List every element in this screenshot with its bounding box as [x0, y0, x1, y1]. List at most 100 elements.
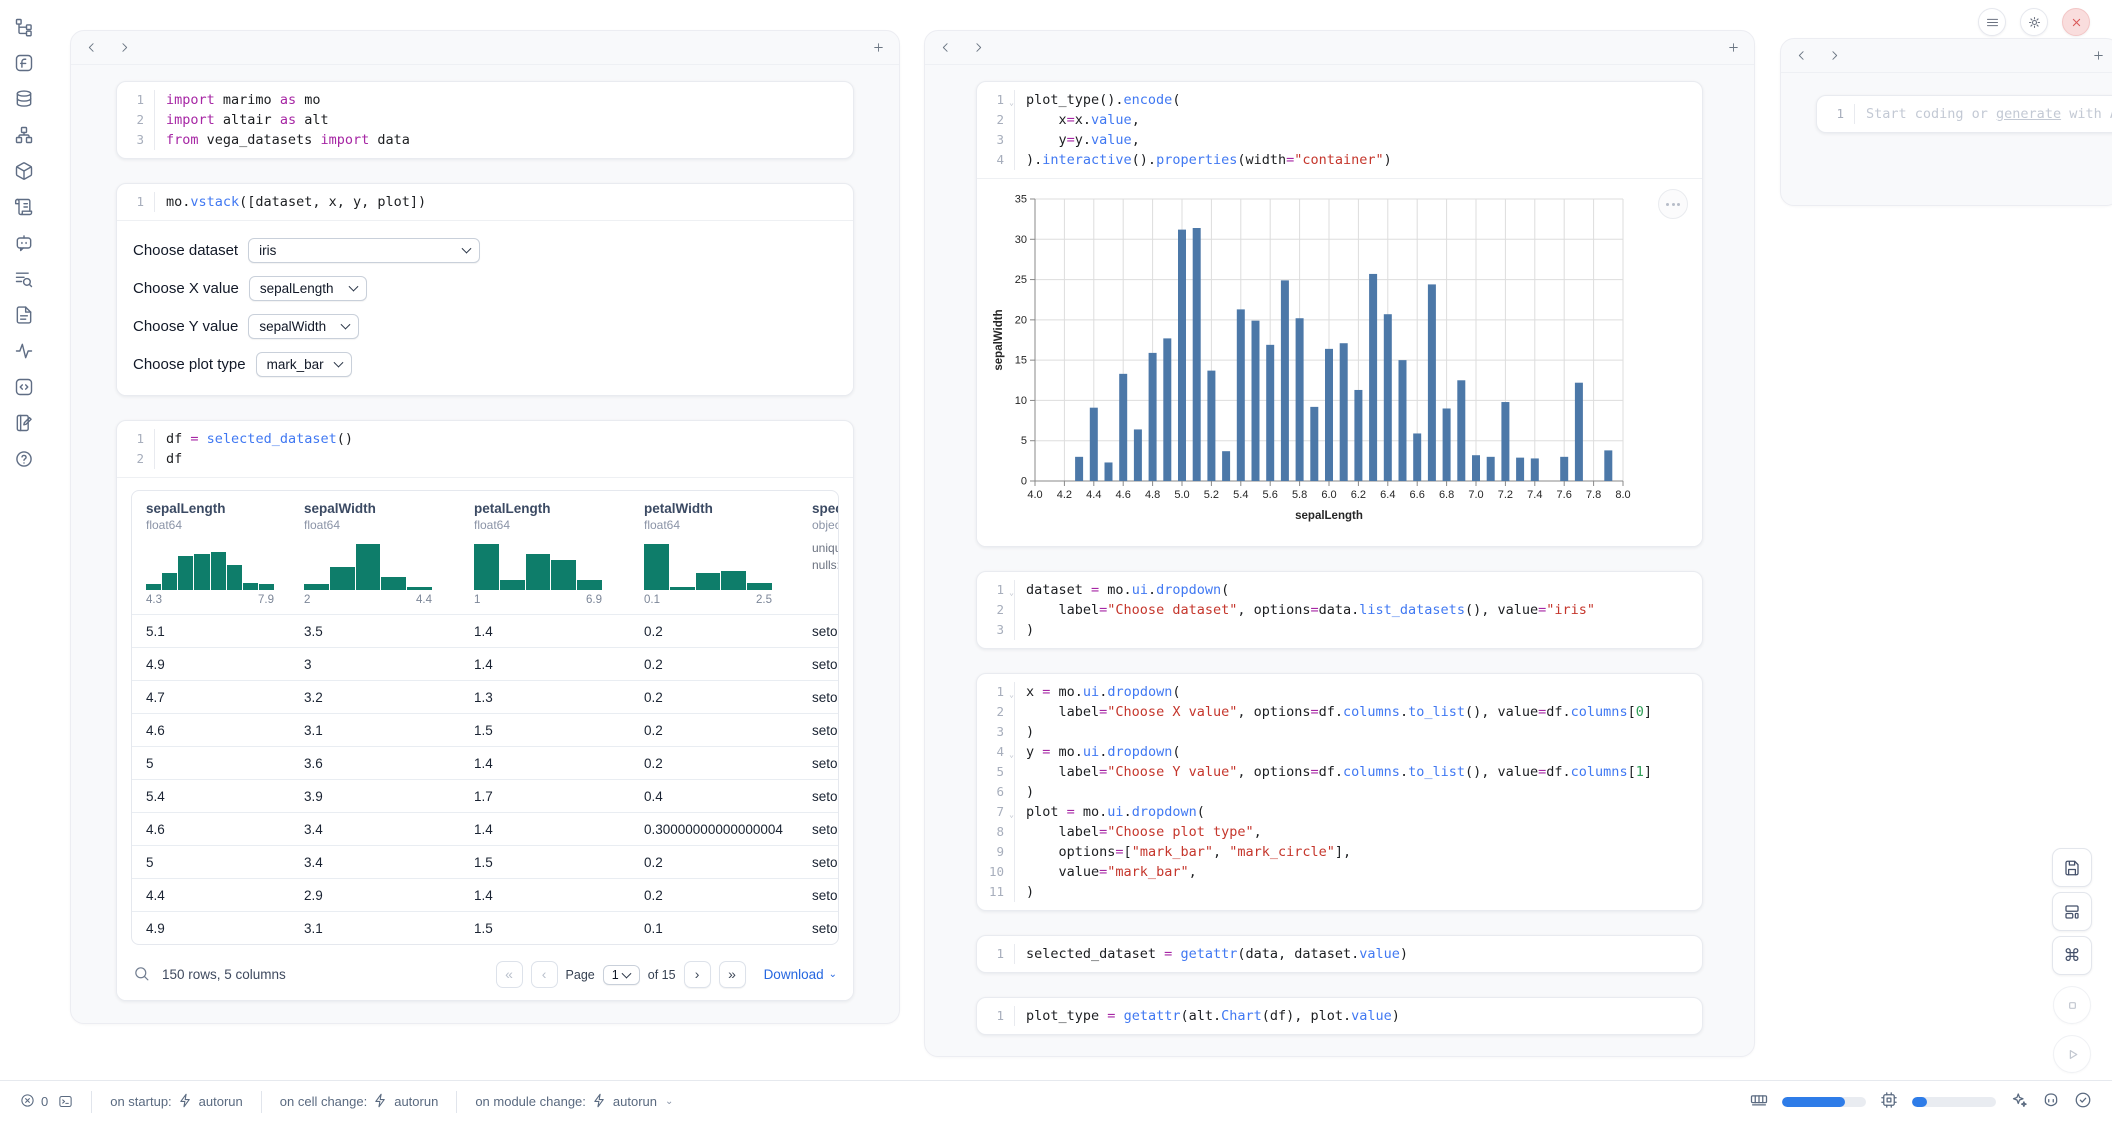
- save-icon[interactable]: [2052, 848, 2092, 887]
- snippets-icon[interactable]: [12, 304, 36, 326]
- functions-icon[interactable]: [12, 52, 36, 74]
- add-cell-icon[interactable]: [2092, 49, 2105, 62]
- chevron-right-icon[interactable]: [1828, 49, 1841, 62]
- column-range: 24.4: [304, 594, 432, 606]
- dependency-graph-icon[interactable]: [12, 124, 36, 146]
- code-editor[interactable]: 1import marimo as mo2import altair as al…: [117, 82, 853, 158]
- choose-dataset-dropdown[interactable]: iris: [248, 238, 480, 263]
- code-line: 10 value="mark_bar",: [977, 862, 1702, 882]
- code-line: 4⌄y = mo.ui.dropdown(: [977, 742, 1702, 762]
- table-cell: 5: [132, 756, 290, 771]
- code-editor[interactable]: 1 Start coding or generate with AI: [1817, 96, 2112, 132]
- svg-text:5.8: 5.8: [1292, 489, 1307, 501]
- chevron-left-icon[interactable]: [1795, 49, 1808, 62]
- column-header[interactable]: petalLengthfloat6416.9: [460, 501, 630, 606]
- zap-icon: [178, 1093, 193, 1111]
- ai-chat-icon[interactable]: [12, 232, 36, 254]
- chevron-right-icon[interactable]: [972, 41, 985, 54]
- download-button[interactable]: Download⌄: [764, 967, 837, 982]
- menu-icon[interactable]: [1978, 8, 2006, 36]
- table-row: 4.931.40.2setosa: [132, 647, 838, 680]
- chart-actions-icon[interactable]: [1658, 189, 1688, 219]
- column-type: float64: [304, 518, 460, 532]
- range-max: 7.9: [258, 594, 274, 606]
- error-count: 0: [41, 1094, 48, 1109]
- table-cell: setosa: [798, 888, 838, 903]
- dropdown-controls-output: Choose datasetirisChoose X valuesepalLen…: [117, 220, 853, 395]
- column-header[interactable]: sepalLengthfloat644.37.9: [132, 501, 290, 606]
- layout-icon[interactable]: [2052, 892, 2092, 931]
- chart-output[interactable]: 4.04.24.44.64.85.05.25.45.65.86.06.26.46…: [977, 178, 1702, 546]
- scratchpad-icon[interactable]: [12, 412, 36, 434]
- errors-indicator[interactable]: 0: [20, 1093, 48, 1111]
- last-page-button[interactable]: »: [719, 961, 746, 988]
- table-cell: 3.6: [290, 756, 460, 771]
- command-icon[interactable]: ⌘: [2052, 936, 2092, 975]
- table-cell: 0.2: [630, 723, 798, 738]
- column-header[interactable]: speciesobjectunique:nulls:: [798, 501, 838, 606]
- first-page-button[interactable]: «: [496, 961, 523, 988]
- add-cell-icon[interactable]: [1727, 41, 1740, 54]
- table-cell: 1.5: [460, 723, 630, 738]
- prev-page-button[interactable]: ‹: [531, 961, 558, 988]
- stop-icon[interactable]: [2053, 986, 2091, 1024]
- sparkles-icon[interactable]: [2010, 1091, 2028, 1112]
- code-editor[interactable]: 1mo.vstack([dataset, x, y, plot]): [117, 184, 853, 220]
- terminal-icon[interactable]: [58, 1094, 73, 1109]
- window-controls: [1978, 8, 2090, 36]
- column-header[interactable]: petalWidthfloat640.12.5: [630, 501, 798, 606]
- packages-icon[interactable]: [12, 160, 36, 182]
- svg-text:0: 0: [1021, 476, 1027, 488]
- choose-y-value-dropdown[interactable]: sepalWidth: [248, 314, 359, 339]
- documentation-icon[interactable]: [12, 196, 36, 218]
- run-icon[interactable]: [2053, 1035, 2091, 1073]
- database-icon[interactable]: [12, 88, 36, 110]
- svg-text:35: 35: [1015, 194, 1027, 206]
- table-row: 4.93.11.50.1setosa: [132, 911, 838, 944]
- logs-icon[interactable]: [12, 268, 36, 290]
- close-icon[interactable]: [2062, 8, 2090, 36]
- line-number: 4⌄: [977, 742, 1015, 762]
- copilot-icon[interactable]: [2042, 1091, 2060, 1112]
- code-editor[interactable]: 1df = selected_dataset()2df: [117, 421, 853, 477]
- line-number: 7⌄: [977, 802, 1015, 822]
- code-line: 7⌄plot = mo.ui.dropdown(: [977, 802, 1702, 822]
- generate-link[interactable]: generate: [1996, 106, 2061, 122]
- check-circle-icon[interactable]: [2074, 1091, 2092, 1112]
- choose-plot-type-dropdown[interactable]: mark_bar: [256, 352, 352, 377]
- page-select[interactable]: 1: [603, 965, 640, 985]
- line-number: 1⌄: [977, 682, 1015, 702]
- range-min: 4.3: [146, 594, 162, 606]
- gear-icon[interactable]: [2020, 8, 2048, 36]
- svg-text:5: 5: [1021, 435, 1027, 447]
- code-icon[interactable]: [12, 376, 36, 398]
- tracing-icon[interactable]: [12, 340, 36, 362]
- chevron-left-icon[interactable]: [85, 41, 98, 54]
- code-editor[interactable]: 1⌄x = mo.ui.dropdown(2 label="Choose X v…: [977, 674, 1702, 910]
- svg-text:30: 30: [1015, 234, 1027, 246]
- code-editor[interactable]: 1plot_type = getattr(alt.Chart(df), plot…: [977, 998, 1702, 1034]
- file-tree-icon[interactable]: [12, 16, 36, 38]
- on-startup-setting[interactable]: on startup: autorun: [110, 1093, 243, 1111]
- bar-chart[interactable]: 4.04.24.44.64.85.05.25.45.65.86.06.26.46…: [989, 189, 1639, 527]
- on-module-change-setting[interactable]: on module change: autorun ⌄: [475, 1093, 673, 1111]
- search-icon[interactable]: [133, 965, 150, 985]
- table-cell: 3.1: [290, 921, 460, 936]
- table-cell: 0.2: [630, 756, 798, 771]
- chevron-right-icon[interactable]: [118, 41, 131, 54]
- table-cell: 0.2: [630, 690, 798, 705]
- help-icon[interactable]: [12, 448, 36, 470]
- next-page-button[interactable]: ›: [684, 961, 711, 988]
- code-line: 6): [977, 782, 1702, 802]
- table-cell: 4.7: [132, 690, 290, 705]
- add-cell-icon[interactable]: [872, 41, 885, 54]
- code-editor[interactable]: 1⌄plot_type().encode(2 x=x.value,3 y=y.v…: [977, 82, 1702, 178]
- chevron-left-icon[interactable]: [939, 41, 952, 54]
- column-header[interactable]: sepalWidthfloat6424.4: [290, 501, 460, 606]
- table-cell: setosa: [798, 690, 838, 705]
- on-cell-change-setting[interactable]: on cell change: autorun: [280, 1093, 439, 1111]
- choose-x-value-dropdown[interactable]: sepalLength: [249, 276, 367, 301]
- svg-text:7.6: 7.6: [1557, 489, 1572, 501]
- code-editor[interactable]: 1⌄dataset = mo.ui.dropdown(2 label="Choo…: [977, 572, 1702, 648]
- code-editor[interactable]: 1selected_dataset = getattr(data, datase…: [977, 936, 1702, 972]
